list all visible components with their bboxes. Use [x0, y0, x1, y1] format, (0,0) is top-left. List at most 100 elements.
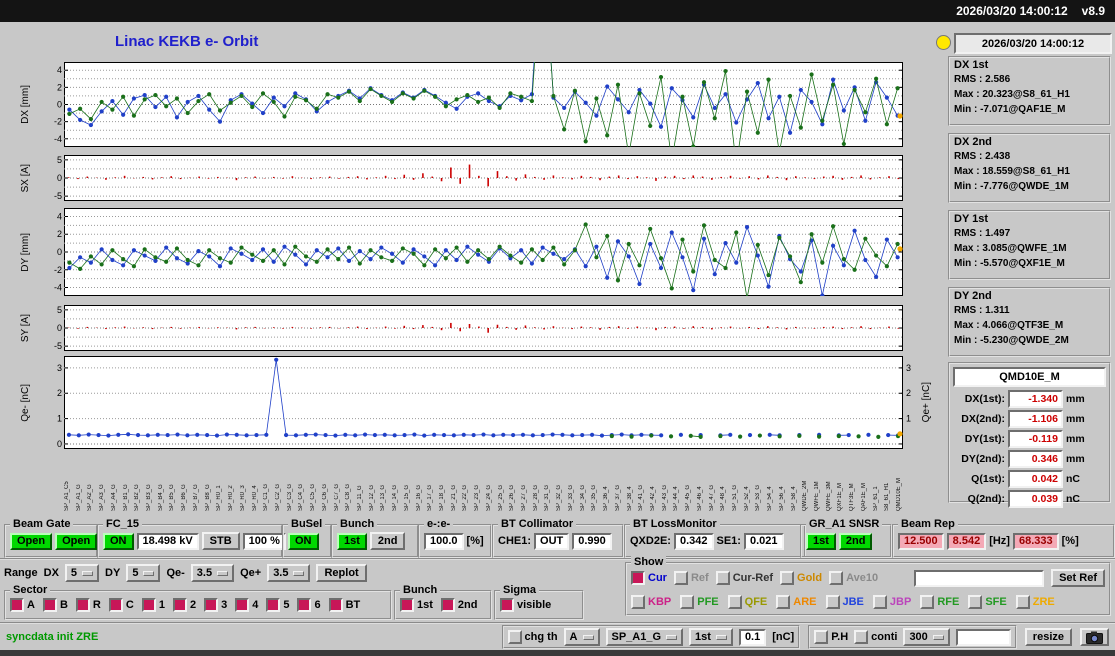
count-input[interactable] [956, 629, 1011, 646]
sector-6-toggle[interactable]: 6 [297, 598, 320, 612]
checkbox[interactable] [10, 598, 24, 612]
checkbox[interactable] [716, 571, 730, 585]
checkbox[interactable] [780, 571, 794, 585]
bunch-1st-toggle[interactable]: 1st [400, 598, 433, 612]
checkbox[interactable] [674, 571, 688, 585]
sector-5-toggle[interactable]: 5 [266, 598, 289, 612]
screenshot-button[interactable] [1080, 628, 1109, 646]
sector-a-toggle[interactable]: A [10, 598, 35, 612]
show-kbp-toggle[interactable]: KBP [631, 595, 671, 609]
checkbox[interactable] [76, 598, 90, 612]
checkbox[interactable] [680, 595, 694, 609]
dx-plot: 420-2-4 [46, 62, 916, 147]
camera-icon [1086, 631, 1103, 644]
chg-th-checkbox[interactable] [508, 630, 522, 644]
replot-button[interactable]: Replot [316, 564, 366, 582]
sector-4-toggle[interactable]: 4 [235, 598, 258, 612]
checkbox[interactable] [204, 598, 218, 612]
checkbox[interactable] [776, 595, 790, 609]
checkbox[interactable] [873, 595, 887, 609]
sector-1-toggle[interactable]: 1 [142, 598, 165, 612]
sector-select[interactable]: A [564, 628, 600, 646]
fc15-on-button[interactable]: ON [103, 533, 134, 550]
bunch-1st-button[interactable]: 1st [337, 533, 367, 550]
bpm-select[interactable]: SP_A1_G [606, 628, 684, 646]
show-ave10-toggle[interactable]: Ave10 [829, 571, 878, 585]
sigma-visible-checkbox[interactable] [500, 598, 514, 612]
checkbox[interactable] [297, 598, 311, 612]
conti-checkbox[interactable] [854, 630, 868, 644]
bpm-row: DY(1st):-0.119mm [953, 430, 1106, 448]
bpm-row: Q(2nd):0.039nC [953, 490, 1106, 508]
ref-file-input[interactable] [914, 570, 1044, 587]
show-are-toggle[interactable]: ARE [776, 595, 816, 609]
show-rfe-toggle[interactable]: RFE [920, 595, 959, 609]
checkbox[interactable] [43, 598, 57, 612]
checkbox[interactable] [329, 598, 343, 612]
sector-b-toggle[interactable]: B [43, 598, 68, 612]
set-ref-button[interactable]: Set Ref [1051, 569, 1105, 587]
sector-2-toggle[interactable]: 2 [173, 598, 196, 612]
beam-gate-open-button-2[interactable]: Open [55, 533, 97, 550]
bunch-select[interactable]: 1st [689, 628, 733, 646]
checkbox[interactable] [266, 598, 280, 612]
checkbox[interactable] [631, 571, 645, 585]
busel-on-button[interactable]: ON [288, 533, 319, 550]
sector-3-toggle[interactable]: 3 [204, 598, 227, 612]
show-gold-toggle[interactable]: Gold [780, 571, 822, 585]
ph-checkbox[interactable] [814, 630, 828, 644]
range-qem-select[interactable]: 3.5 [191, 564, 234, 582]
gr-a1-2nd-button[interactable]: 2nd [839, 533, 873, 550]
count-select[interactable]: 300 [903, 628, 949, 646]
sector-c-toggle[interactable]: C [109, 598, 134, 612]
sector-bt-toggle[interactable]: BT [329, 598, 361, 612]
show-ref-toggle[interactable]: Ref [674, 571, 709, 585]
checkbox[interactable] [109, 598, 123, 612]
gr-a1-1st-button[interactable]: 1st [806, 533, 836, 550]
sector-r-toggle[interactable]: R [76, 598, 101, 612]
ph-toggle[interactable]: P.H [814, 630, 848, 644]
checkbox[interactable] [1016, 595, 1030, 609]
checkbox[interactable] [173, 598, 187, 612]
checkbox[interactable] [829, 571, 843, 585]
range-dx-select[interactable]: 5 [65, 564, 99, 582]
orbit-charts-region: DX [mm] 420-2-4 SX [A] 50-5 DY [mm] 420-… [6, 55, 936, 517]
checkbox[interactable] [441, 598, 455, 612]
checkbox[interactable] [235, 598, 249, 612]
sigma-visible-toggle[interactable]: visible [500, 598, 551, 612]
resize-button[interactable]: resize [1025, 628, 1072, 646]
sx-plot: 50-5 [46, 155, 916, 201]
range-qep-select[interactable]: 3.5 [267, 564, 310, 582]
checkbox[interactable] [142, 598, 156, 612]
dx-orbit-chart: DX [mm] 420-2-4 [6, 62, 936, 147]
show-jbp-toggle[interactable]: JBP [873, 595, 911, 609]
checkbox[interactable] [728, 595, 742, 609]
checkbox-label: 2 [190, 599, 196, 611]
bpm-row-label: DY(1st): [953, 433, 1005, 445]
show-cur-toggle[interactable]: Cur [631, 571, 667, 585]
checkbox[interactable] [400, 598, 414, 612]
fc15-stb-button[interactable]: STB [202, 532, 240, 550]
stat-max: Max : 18.559@S8_61_H1 [954, 164, 1105, 179]
beam-gate-open-button-1[interactable]: Open [10, 533, 52, 550]
bunch-2nd-toggle[interactable]: 2nd [441, 598, 478, 612]
bpm-name-label: SP_A1_C5 [64, 453, 70, 511]
checkbox[interactable] [631, 595, 645, 609]
show-sfe-toggle[interactable]: SFE [968, 595, 1006, 609]
range-dy-select[interactable]: 5 [126, 564, 160, 582]
checkbox-label: BT [346, 599, 361, 611]
checkbox[interactable] [920, 595, 934, 609]
sy-steering-chart: SY [A] 50-5 [6, 305, 936, 351]
bunch-2nd-button[interactable]: 2nd [370, 532, 406, 550]
show-pfe-toggle[interactable]: PFE [680, 595, 718, 609]
data-timestamp: 2026/03/20 14:00:12 [954, 33, 1112, 54]
checkbox[interactable] [968, 595, 982, 609]
bpm-name-label: QWFE_3M [826, 453, 832, 511]
chg-th-toggle[interactable]: chg th [508, 630, 558, 644]
conti-toggle[interactable]: conti [854, 630, 897, 644]
show-qfe-toggle[interactable]: QFE [728, 595, 768, 609]
checkbox[interactable] [826, 595, 840, 609]
show-zre-toggle[interactable]: ZRE [1016, 595, 1055, 609]
show-cur-ref-toggle[interactable]: Cur-Ref [716, 571, 773, 585]
show-jbe-toggle[interactable]: JBE [826, 595, 864, 609]
